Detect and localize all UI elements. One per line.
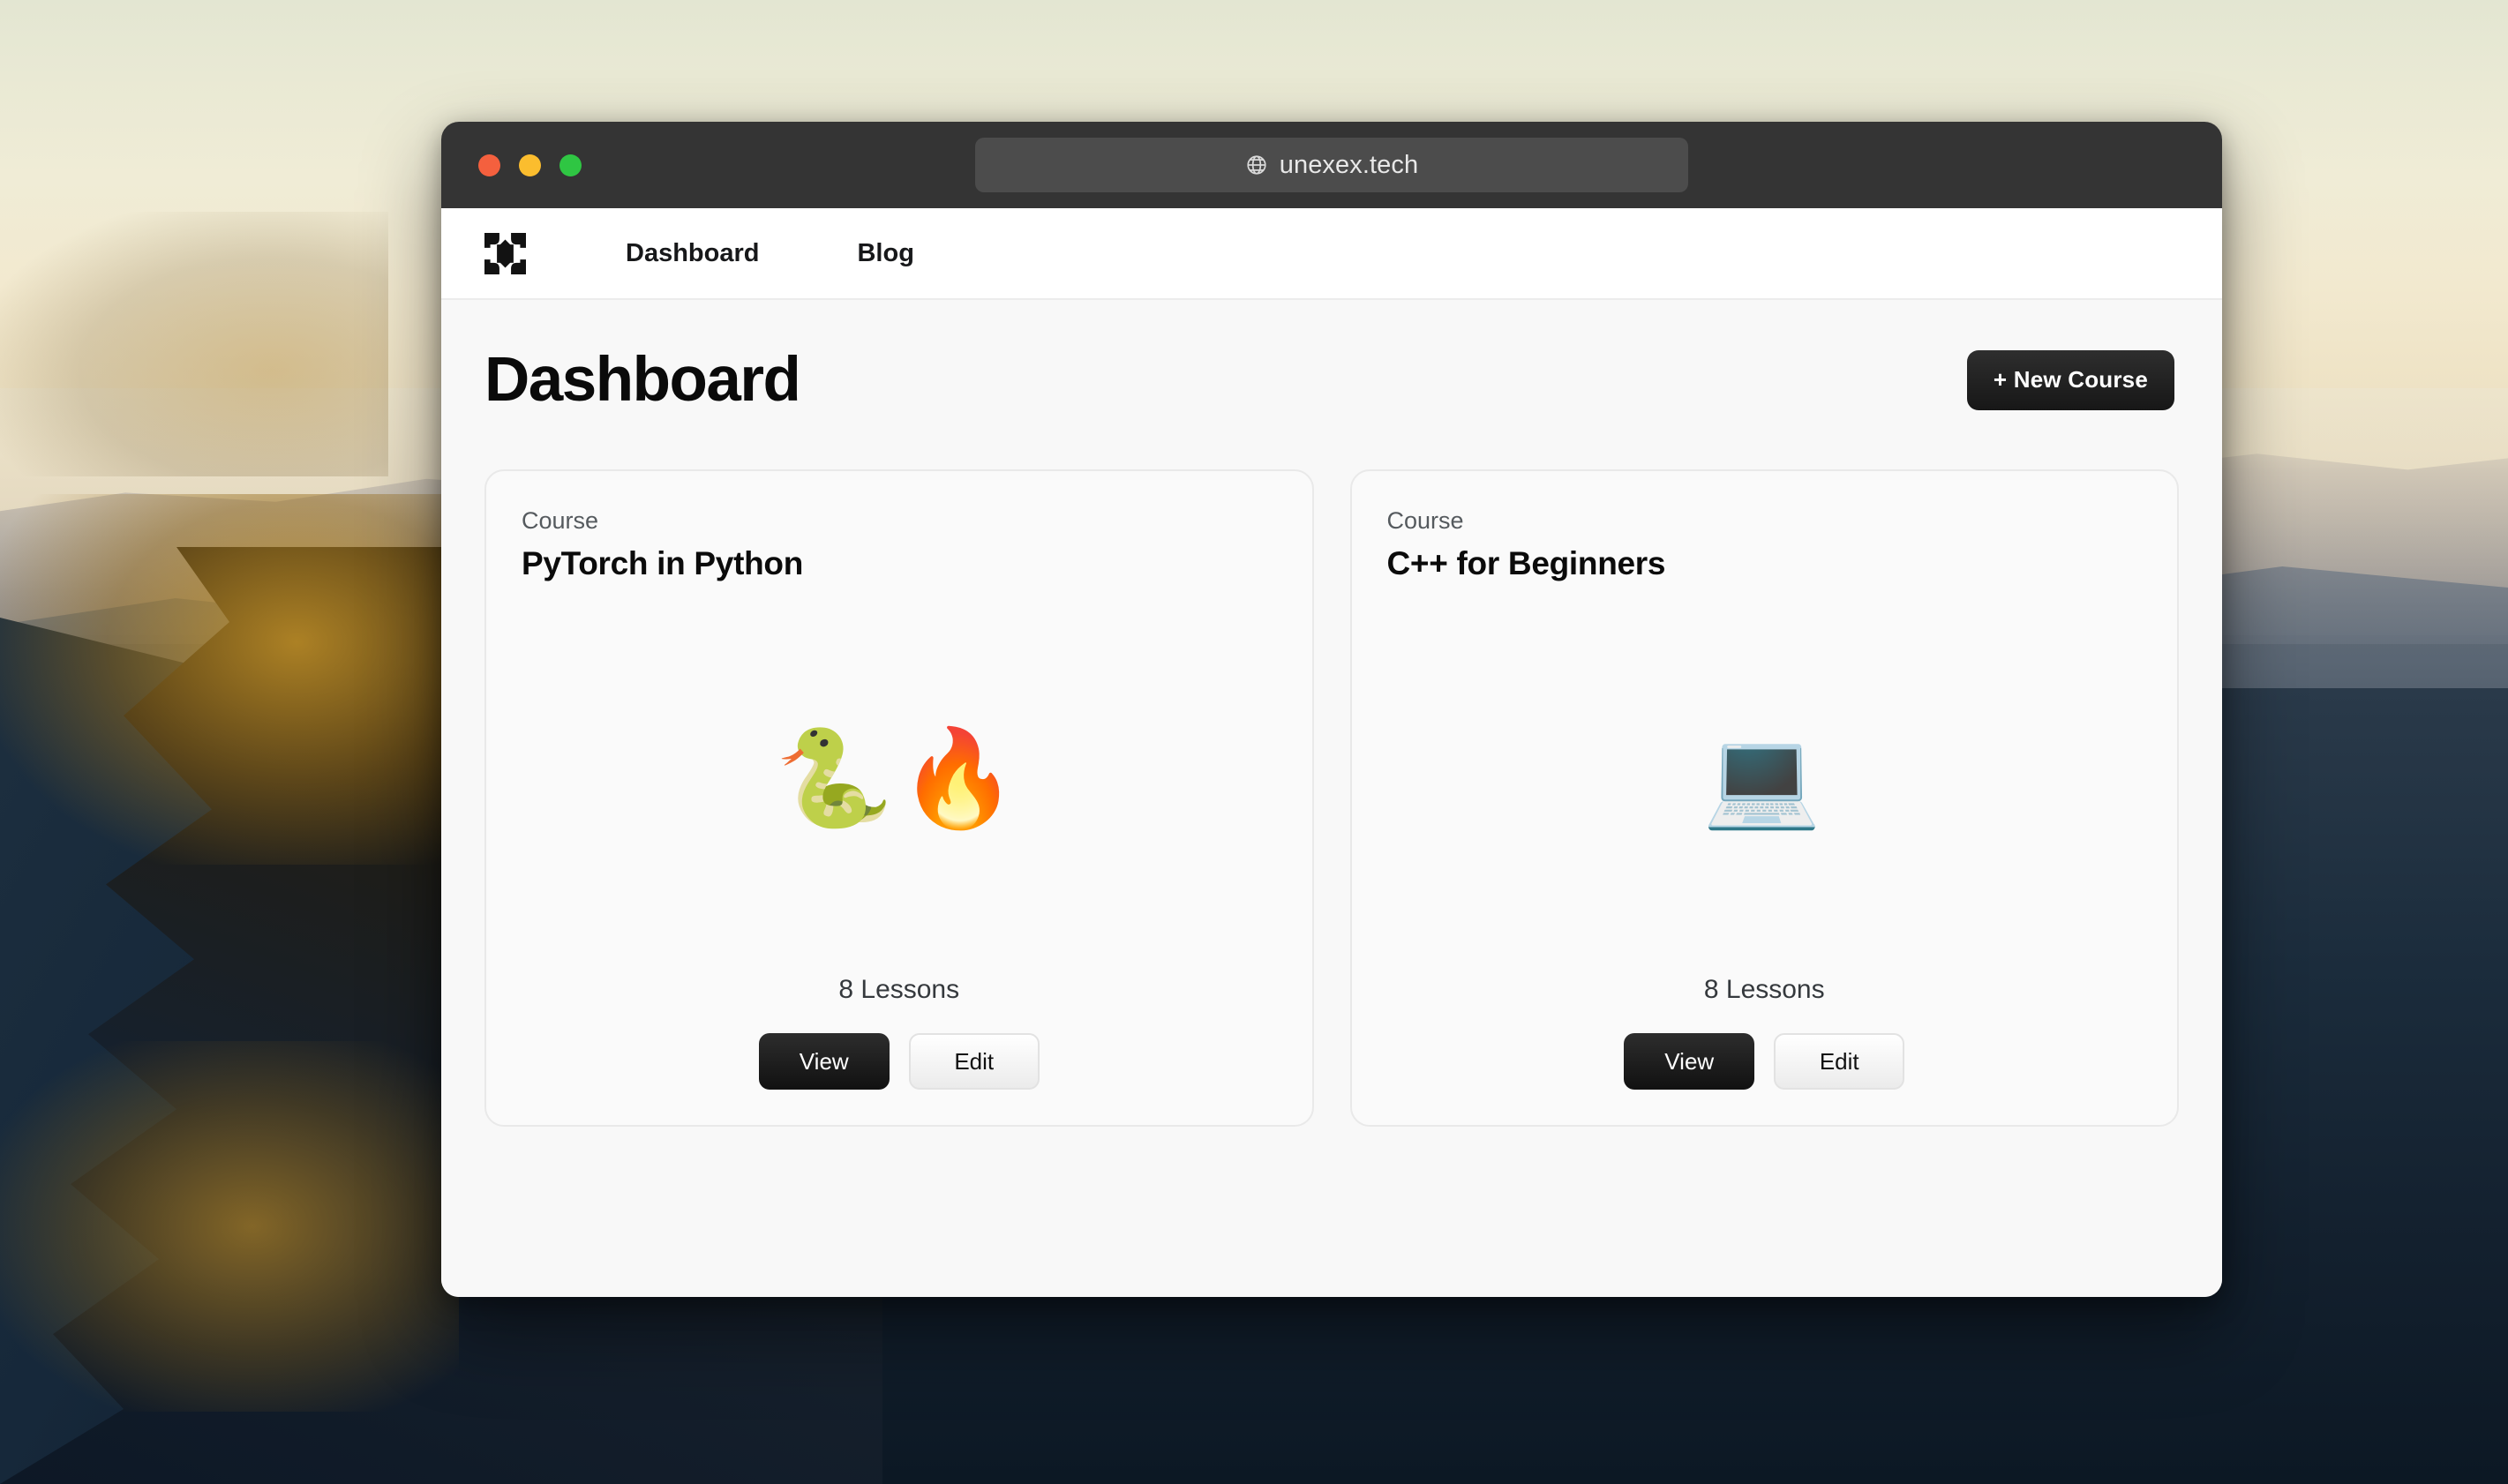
course-card-emoji: 💻 bbox=[1702, 724, 1827, 832]
address-bar-url: unexex.tech bbox=[1279, 150, 1419, 179]
course-card-eyebrow: Course bbox=[1386, 507, 1464, 534]
brand-logo-link[interactable] bbox=[484, 232, 526, 274]
course-card[interactable]: Course PyTorch in Python 🐍🔥 8 Lessons Vi… bbox=[484, 469, 1314, 1127]
course-card-actions: View Edit bbox=[522, 1033, 1277, 1090]
close-window-button[interactable] bbox=[478, 154, 500, 176]
course-card-title: C++ for Beginners bbox=[1386, 544, 1666, 581]
wallpaper-sunlit-slope bbox=[0, 494, 494, 865]
address-bar[interactable]: unexex.tech bbox=[975, 138, 1688, 192]
edit-course-button[interactable]: Edit bbox=[908, 1033, 1040, 1090]
page-title: Dashboard bbox=[484, 345, 801, 415]
course-card-title: PyTorch in Python bbox=[522, 544, 804, 581]
page-header: Dashboard + New Course bbox=[484, 349, 2179, 411]
edit-course-button[interactable]: Edit bbox=[1774, 1033, 1905, 1090]
globe-icon bbox=[1247, 155, 1266, 175]
nav-link-dashboard[interactable]: Dashboard bbox=[626, 239, 759, 268]
wallpaper-sunlit-slope-lower bbox=[0, 1041, 459, 1412]
view-course-button[interactable]: View bbox=[1624, 1033, 1755, 1090]
wallpaper-sunlit-slope-upper bbox=[0, 212, 388, 476]
unexex-logo-icon bbox=[484, 232, 526, 274]
course-cards-grid: Course PyTorch in Python 🐍🔥 8 Lessons Vi… bbox=[484, 469, 2179, 1127]
course-card-lesson-count: 8 Lessons bbox=[1703, 975, 1825, 1004]
browser-window: unexex.tech Dashboard Blog Dashboard + N… bbox=[441, 122, 2222, 1297]
course-card-emoji: 🐍🔥 bbox=[775, 724, 1024, 832]
course-card-lesson-count: 8 Lessons bbox=[838, 975, 960, 1004]
page-viewport: Dashboard Blog Dashboard + New Course Co… bbox=[441, 208, 2222, 1297]
site-navbar: Dashboard Blog bbox=[441, 208, 2222, 300]
course-card-actions: View Edit bbox=[1387, 1033, 2143, 1090]
course-card[interactable]: Course C++ for Beginners 💻 8 Lessons Vie… bbox=[1349, 469, 2179, 1127]
window-controls bbox=[478, 154, 582, 176]
new-course-button[interactable]: + New Course bbox=[1966, 349, 2174, 410]
view-course-button[interactable]: View bbox=[758, 1033, 890, 1090]
maximize-window-button[interactable] bbox=[559, 154, 582, 176]
nav-link-blog[interactable]: Blog bbox=[857, 239, 913, 268]
course-card-eyebrow: Course bbox=[522, 507, 599, 534]
main-content: Dashboard + New Course Course PyTorch in… bbox=[441, 300, 2222, 1297]
browser-titlebar: unexex.tech bbox=[441, 122, 2222, 208]
minimize-window-button[interactable] bbox=[519, 154, 541, 176]
